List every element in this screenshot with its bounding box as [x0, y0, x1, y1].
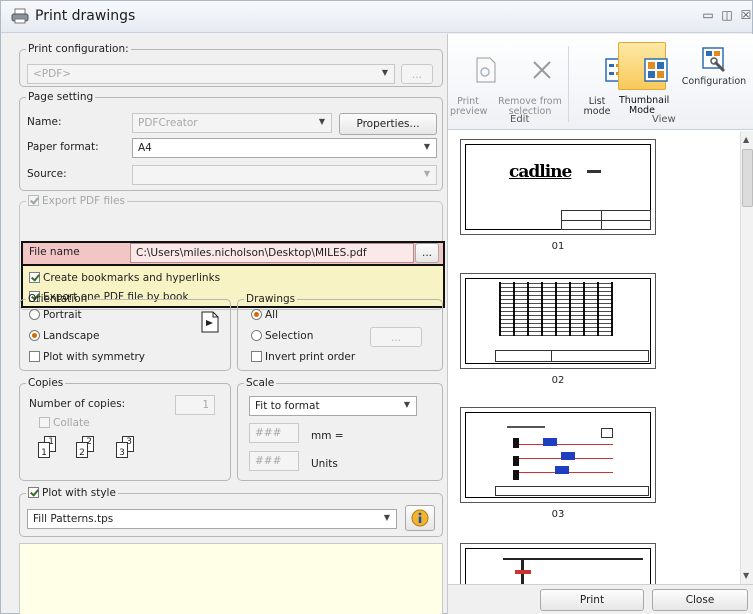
scale-mm-label: mm = [311, 430, 344, 442]
thumbnail-label-02: 02 [551, 375, 565, 386]
orientation-legend: Orientation [28, 293, 88, 305]
scroll-down-icon[interactable]: ▼ [743, 571, 749, 580]
invert-order-checkbox[interactable] [251, 351, 262, 362]
page-setting-legend: Page setting [28, 91, 94, 103]
export-pdf-checkbox[interactable] [28, 195, 39, 206]
print-preview-icon [476, 57, 496, 83]
selection-browse-button[interactable]: ... [370, 327, 422, 347]
scale-units-input[interactable]: ### [249, 451, 299, 471]
print-configuration-browse-button[interactable]: ... [401, 64, 433, 84]
configuration-button[interactable]: Configuration [674, 46, 753, 87]
chevron-down-icon: ▼ [381, 68, 388, 77]
ribbon-separator [568, 46, 569, 122]
number-of-copies-input[interactable]: 1 [175, 395, 215, 415]
paper-format-select[interactable]: A4 ▼ [132, 138, 437, 158]
drawings-legend: Drawings [246, 293, 296, 305]
landscape-page-icon [201, 311, 219, 333]
chevron-down-icon: ▼ [423, 142, 430, 151]
create-bookmarks-option[interactable]: Create bookmarks and hyperlinks [29, 272, 220, 284]
remove-x-icon [533, 61, 551, 79]
plot-style-checkbox[interactable] [28, 487, 39, 498]
print-drawings-window: Print drawings ▭ ◫ ☒ Print configuration… [0, 0, 753, 614]
list-mode-button[interactable]: List mode [580, 46, 629, 137]
drawing-thumbnail-02[interactable] [460, 273, 656, 369]
properties-button[interactable]: Properties... [339, 113, 437, 135]
edit-group-label: Edit [510, 114, 530, 125]
all-drawings-option[interactable]: All [251, 309, 278, 321]
selection-radio[interactable] [251, 330, 262, 341]
info-icon [411, 509, 429, 527]
printer-icon [11, 8, 29, 24]
selection-option[interactable]: Selection [251, 330, 313, 342]
window-title: Print drawings [35, 8, 136, 24]
create-bookmarks-label: Create bookmarks and hyperlinks [43, 272, 221, 284]
number-of-copies-label: Number of copies: [29, 398, 126, 410]
chevron-down-icon: ▼ [318, 117, 325, 126]
thumbnail-label-03: 03 [551, 509, 565, 520]
close-button[interactable]: Close [652, 589, 748, 611]
scale-mm-input[interactable]: ### [249, 423, 299, 443]
scroll-thumb[interactable] [742, 149, 753, 207]
configuration-icon [702, 47, 726, 73]
print-configuration-select[interactable]: <PDF> ▼ [27, 64, 395, 84]
paper-format-label: Paper format: [27, 141, 99, 153]
source-label: Source: [27, 168, 67, 180]
portrait-option[interactable]: Portrait [29, 309, 82, 321]
collate-checkbox[interactable] [39, 417, 50, 428]
landscape-option[interactable]: Landscape [29, 330, 99, 342]
scale-units-label: Units [311, 458, 338, 470]
scroll-up-icon[interactable]: ▲ [743, 135, 749, 144]
close-window-icon[interactable]: ☒ [738, 7, 753, 23]
preview-panel: Print preview Remove from selection List… [447, 34, 753, 614]
create-bookmarks-checkbox[interactable] [29, 272, 40, 283]
scale-legend: Scale [246, 377, 275, 389]
style-info-button[interactable] [405, 505, 435, 531]
chevron-down-icon: ▼ [383, 513, 390, 522]
drawing-thumbnail-01[interactable]: cadline [460, 139, 656, 235]
view-group-label: View [652, 114, 676, 125]
thumbnail-scrollbar[interactable]: ▲ ▼ [740, 131, 753, 584]
source-select[interactable]: ▼ [132, 165, 437, 185]
print-preview-button[interactable]: Print preview [450, 46, 496, 137]
maximize-icon[interactable]: ◫ [719, 7, 735, 23]
all-drawings-radio[interactable] [251, 309, 262, 320]
file-name-browse-button[interactable]: ... [415, 243, 439, 263]
remove-from-selection-button[interactable]: Remove from selection [498, 46, 562, 137]
thumbnail-list[interactable]: cadline 01 02 03 [448, 131, 740, 584]
plot-style-legend: Plot with style [42, 487, 116, 499]
thumbnail-mode-icon [644, 58, 668, 82]
export-pdf-legend: Export PDF files [42, 195, 125, 207]
drawing-thumbnail-03[interactable] [460, 407, 656, 503]
file-name-input[interactable]: C:\Users\miles.nicholson\Desktop\MILES.p… [130, 243, 414, 263]
print-configuration-legend: Print configuration: [28, 43, 129, 55]
drawing-thumbnail-04[interactable] [460, 543, 656, 584]
copies-legend: Copies [28, 377, 64, 389]
minimize-icon[interactable]: ▭ [700, 7, 716, 23]
collate-pages-icon: 1 1 2 2 3 3 [38, 436, 168, 468]
collate-option[interactable]: Collate [39, 417, 90, 429]
name-label: Name: [27, 116, 62, 128]
thumbnail-label-01: 01 [551, 241, 565, 252]
thumbnail-mode-button[interactable]: Thumbnail Mode [618, 42, 669, 116]
print-button[interactable]: Print [540, 589, 644, 611]
cadline-logo: cadline [509, 162, 572, 182]
notes-area [19, 543, 443, 614]
portrait-radio[interactable] [29, 309, 40, 320]
plot-style-select[interactable]: Fill Patterns.tps ▼ [27, 509, 397, 529]
chevron-down-icon: ▼ [423, 169, 430, 178]
printer-name-select[interactable]: PDFCreator ▼ [132, 113, 332, 133]
title-bar: Print drawings ▭ ◫ ☒ [1, 1, 752, 33]
ribbon-toolbar: Print preview Remove from selection List… [448, 34, 753, 130]
dialog-footer: Print Close [448, 584, 753, 614]
plot-symmetry-checkbox[interactable] [29, 351, 40, 362]
scale-select[interactable]: Fit to format ▼ [249, 396, 417, 416]
file-name-label: File name [29, 246, 80, 258]
settings-panel: Print configuration: <PDF> ▼ ... Page se… [13, 43, 445, 614]
invert-order-option[interactable]: Invert print order [251, 351, 355, 363]
landscape-radio[interactable] [29, 330, 40, 341]
chevron-down-icon: ▼ [403, 400, 410, 409]
plot-symmetry-option[interactable]: Plot with symmetry [29, 351, 145, 363]
